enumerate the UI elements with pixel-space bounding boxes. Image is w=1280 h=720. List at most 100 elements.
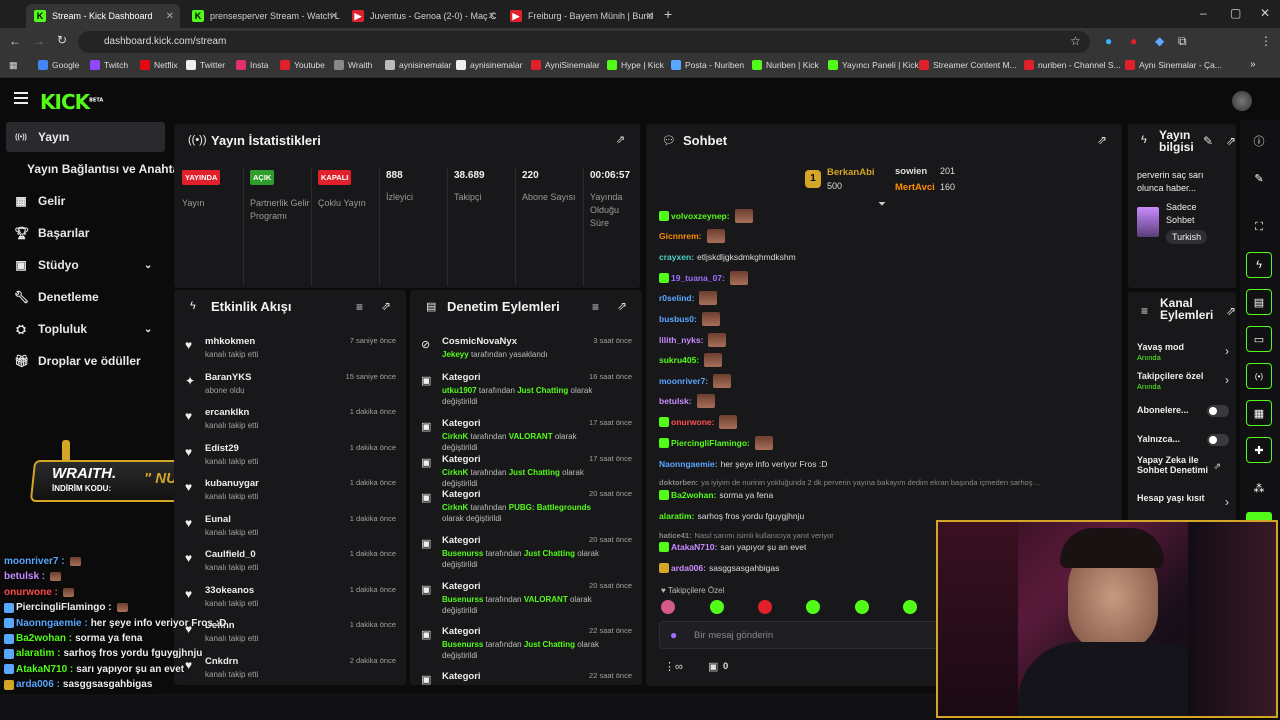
chat-username[interactable]: hatice41: [659, 531, 692, 540]
chat-message[interactable]: PiercingliFlamingo: [659, 436, 773, 450]
bookmark-item[interactable]: Insta [236, 60, 268, 70]
chat-message[interactable]: arda006: sasggsasgahbigas [659, 561, 779, 575]
chevron-right-icon[interactable]: › [1225, 344, 1229, 358]
chat-message[interactable]: alaratim: sarhoş fros yordu fguygjhnju [659, 509, 804, 523]
edit-icon[interactable]: ✎ [1246, 165, 1272, 191]
channel-action[interactable]: Takipçilere özel Anında › [1137, 371, 1229, 391]
leader-name[interactable]: BerkanAbi [827, 167, 875, 178]
emote-button[interactable] [710, 600, 724, 614]
tab-prensesperver[interactable]: Kprensesperver Stream - Watch L ✕ [184, 4, 344, 28]
chat-username[interactable]: sukru405: [659, 355, 699, 365]
chat-message[interactable]: moonriver7: [659, 374, 732, 388]
popout-icon[interactable]: ⇗ [617, 299, 627, 313]
sidebar-item-4[interactable]: ▣ Stüdyo ⌄ [14, 250, 152, 280]
menu-icon[interactable]: ⋮ [1260, 34, 1272, 48]
chat-message[interactable]: volvoxzeynep: [659, 209, 753, 223]
chat-username[interactable]: busbus0: [659, 314, 697, 324]
chevron-down-icon[interactable]: ⌄ [144, 260, 152, 271]
chat-username[interactable]: alaratim: [659, 511, 694, 521]
bookmark-item[interactable]: aynisinemalar [385, 60, 451, 70]
emote-button[interactable] [903, 600, 917, 614]
chat-username[interactable]: Ba2wohan: [671, 490, 716, 500]
star-icon[interactable]: ☆ [1070, 34, 1081, 48]
moderation-item[interactable]: ▣ Kategori CirknK tarafından PUBG: Battleg… [414, 489, 638, 525]
bookmark-item[interactable]: Google [38, 60, 79, 70]
chat-username[interactable]: Naonngaemie: [659, 459, 718, 469]
activity-item[interactable]: ♥ Eunal kanalı takip etti 1 dakika önce [178, 512, 402, 546]
channel-action[interactable]: Yavaş mod Anında › [1137, 342, 1229, 362]
chat-username[interactable]: PiercingliFlamingo: [671, 438, 750, 448]
activity-item[interactable]: ♥ Caulfield_0 kanalı takip etti 1 dakika ön… [178, 547, 402, 581]
edit-icon[interactable]: ✎ [1203, 134, 1213, 148]
chat-username[interactable]: lilith_nyks: [659, 335, 703, 345]
sidebar-item-7[interactable]: 🎁︎ Droplar ve ödüller [14, 346, 141, 376]
activity-item[interactable]: ♥ mhkokmen kanalı takip etti 7 saniye önce [178, 334, 402, 368]
channel-action[interactable]: Yapay Zeka ile Sohbet Denetimi ⇗ [1137, 455, 1229, 475]
moderation-item[interactable]: ⊘ CosmicNovaNyx Jekeyy tarafından yasaklan… [414, 336, 638, 372]
bookmark-item[interactable]: Youtube [280, 60, 325, 70]
bookmark-item[interactable]: Posta - Nuriben [671, 60, 744, 70]
activity-item[interactable]: ♥ kubanuygar kanalı takip etti 1 dakika önc… [178, 476, 402, 510]
kick-logo[interactable]: KICKBETA [40, 90, 103, 114]
chat-username[interactable]: 19_tuana_07: [671, 273, 725, 283]
moderation-item[interactable]: ▣ Kategori CirknK tarafından Just Chatting… [414, 454, 638, 490]
sidebar-item-0[interactable]: ((•)) Yayın [14, 122, 69, 152]
gift-icon[interactable]: ▣ [708, 660, 718, 673]
expand-icon[interactable]: ⛶ [1246, 214, 1272, 240]
new-tab-icon[interactable]: + [664, 6, 672, 22]
extension-icon[interactable]: ◆ [1155, 34, 1164, 48]
close-icon[interactable]: ✕ [330, 11, 338, 22]
bookmark-item[interactable]: nuriben - Channel S... [1024, 60, 1121, 70]
filter-icon[interactable]: ≡ [356, 300, 363, 314]
broadcast-icon[interactable]: (•) [1246, 363, 1272, 389]
chat-message[interactable]: sukru405: [659, 353, 723, 367]
sidebar-item-3[interactable]: 🏆︎ Başarılar [14, 218, 89, 248]
moderation-item[interactable]: ▣ Kategori utku1907 tarafından Just Chatti… [414, 372, 638, 408]
puzzle-icon[interactable]: ⧉ [1178, 34, 1187, 49]
moderation-item[interactable]: ▣ Kategori Busenurss tarafından Just Chatt… [414, 535, 638, 571]
moderation-item[interactable]: ▣ Kategori CirknK tarafından VALORANT olar… [414, 418, 638, 454]
chat-username[interactable]: doktorben: [659, 478, 698, 487]
chat-reply-context[interactable]: doktorben: ya iyiyim de nurinin yokluğund… [659, 475, 1041, 489]
mic-icon[interactable]: ● [670, 628, 677, 642]
sidebar-item-2[interactable]: ▦ Gelir [14, 186, 65, 216]
bookmark-item[interactable]: Streamer Content M... [919, 60, 1017, 70]
popout-icon[interactable]: ⇗ [616, 133, 625, 146]
activity-item[interactable]: ♥ Edist29 kanalı takip etti 1 dakika önce [178, 441, 402, 475]
activity-item[interactable]: ♥ 33okeanos kanalı takip etti 1 dakika önce [178, 583, 402, 617]
chat-message[interactable]: onurwone: [659, 415, 738, 429]
emote-button[interactable] [855, 600, 869, 614]
wrench-icon[interactable]: ✚ [1246, 437, 1272, 463]
chat-message[interactable]: betulsk: [659, 394, 715, 408]
apps-icon[interactable]: ▦ [9, 60, 18, 71]
bookmark-item[interactable]: Hype | Kick [607, 60, 664, 70]
document-icon[interactable]: ▤ [1246, 289, 1272, 315]
channel-action[interactable]: Yalnızca... [1137, 434, 1229, 446]
layout-icon[interactable]: ▦ [1246, 400, 1272, 426]
lightning-icon[interactable]: ϟ [1246, 252, 1272, 278]
extension-icon[interactable]: ● [1130, 34, 1137, 48]
channel-action[interactable]: Abonelere... [1137, 405, 1229, 417]
external-link-icon[interactable]: ⇗ [1213, 461, 1221, 472]
bookmark-item[interactable]: Aynı Sinemalar - Ça... [1125, 60, 1222, 70]
sidebar-item-6[interactable]: ⛭ Topluluk ⌄ [14, 314, 152, 344]
forward-icon[interactable]: → [33, 34, 45, 48]
channel-action[interactable]: Hesap yaşı kısıt › [1137, 493, 1229, 509]
language-tag[interactable]: Turkish [1166, 230, 1208, 244]
activity-item[interactable]: ♥ ercanklkn kanalı takip etti 1 dakika önce [178, 405, 402, 439]
emoji-icon[interactable]: ⋮∞ [664, 660, 683, 673]
back-icon[interactable]: ← [9, 34, 21, 48]
chat-message[interactable]: r0selind: [659, 291, 718, 305]
popout-icon[interactable]: ⇗ [381, 299, 391, 313]
emote-button[interactable] [758, 600, 772, 614]
activity-item[interactable]: ✦ BaranYKS abone oldu 15 saniye önce [178, 370, 402, 404]
bookmark-item[interactable]: Wraith [334, 60, 372, 70]
emote-button[interactable] [661, 600, 675, 614]
chat-username[interactable]: r0selind: [659, 293, 694, 303]
popout-icon[interactable]: ⇗ [1226, 134, 1236, 148]
extension-icon[interactable]: ● [1105, 34, 1112, 48]
reload-icon[interactable]: ↻ [57, 33, 67, 47]
close-icon[interactable]: ✕ [166, 11, 174, 22]
bookmark-item[interactable]: Netflix [140, 60, 178, 70]
minimize-icon[interactable]: – [1200, 6, 1207, 20]
